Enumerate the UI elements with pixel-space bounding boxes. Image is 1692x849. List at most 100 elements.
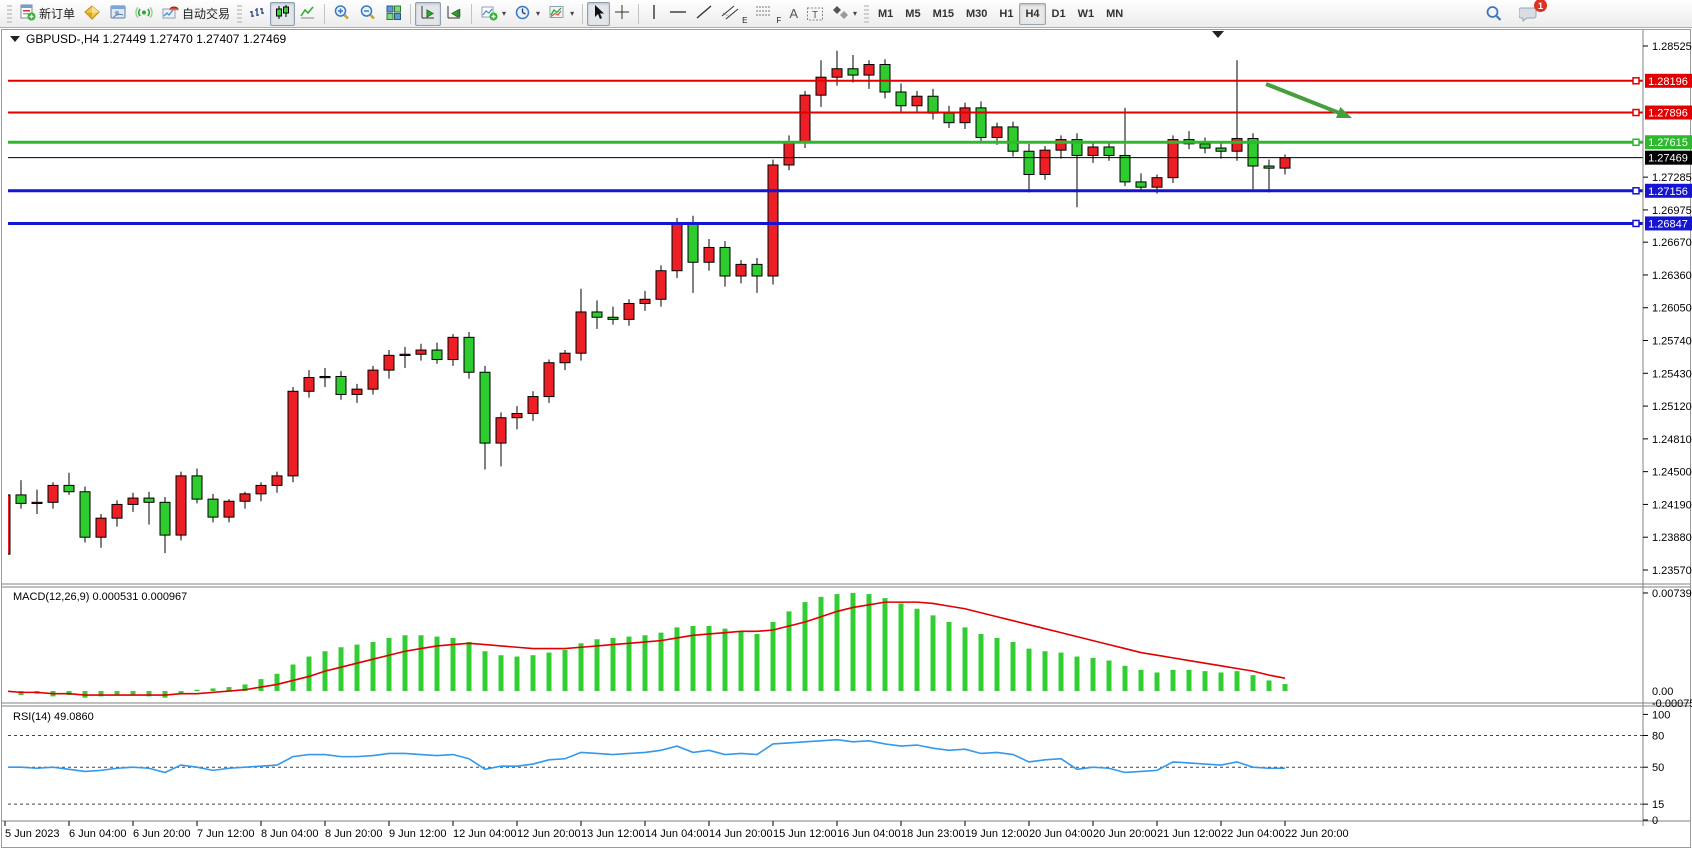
candle-body	[1232, 139, 1242, 152]
candle-body	[320, 376, 330, 377]
horizontal-line-tool-button[interactable]	[665, 2, 691, 26]
indicators-icon	[480, 4, 498, 24]
candle-body	[544, 363, 554, 397]
chart-shift-button[interactable]	[441, 2, 467, 26]
toolbar-grip[interactable]	[7, 5, 12, 23]
line-chart-icon	[299, 4, 316, 24]
candle-body	[176, 476, 186, 535]
horizontal-line-icon	[669, 4, 687, 23]
auto-trading-icon	[161, 4, 179, 24]
candle-body	[608, 317, 618, 319]
timeframe-d1-button[interactable]: D1	[1046, 3, 1072, 25]
time-tick-label: 5 Jun 2023	[5, 828, 59, 840]
text-tool-button[interactable]: A	[785, 2, 802, 26]
candle-body	[928, 96, 938, 113]
price-tick-label: 1.26670	[1652, 237, 1692, 249]
tile-windows-icon	[385, 4, 402, 24]
candle-body	[768, 165, 778, 276]
chart-window[interactable]: 1.281961.278961.276151.271561.268471.274…	[0, 28, 1692, 849]
timeframe-m30-button[interactable]: M30	[960, 3, 993, 25]
text-tool-icon: A	[789, 6, 798, 21]
vertical-line-tool-button[interactable]	[643, 2, 665, 26]
bar-chart-icon	[249, 4, 266, 24]
text-label-tool-button[interactable]: T	[802, 2, 828, 26]
candle-body	[1168, 140, 1178, 178]
search-icon	[1485, 5, 1503, 25]
candle-body	[208, 499, 218, 517]
price-chart-canvas[interactable]: 1.281961.278961.276151.271561.268471.274…	[0, 28, 1692, 849]
fibonacci-tool-button[interactable]: F	[751, 2, 785, 26]
candle-body	[96, 518, 106, 537]
timeframe-h4-button[interactable]: H4	[1019, 3, 1045, 25]
notifications-button[interactable]: 1	[1515, 3, 1542, 27]
arrows-tool-button[interactable]: ▾	[828, 2, 861, 26]
time-tick-label: 18 Jun 23:00	[901, 828, 965, 840]
candle-body	[656, 271, 666, 300]
rsi-tick-label: 0	[1652, 815, 1658, 827]
toolbar-grip[interactable]	[864, 5, 869, 23]
time-tick-label: 6 Jun 04:00	[69, 828, 127, 840]
metaeditor-button[interactable]	[79, 2, 105, 26]
candle-body	[16, 495, 26, 503]
templates-button[interactable]: ▾	[544, 2, 578, 26]
current-price-badge-label: 1.27469	[1648, 153, 1688, 165]
crosshair-icon	[614, 4, 630, 23]
crosshair-button[interactable]	[610, 2, 634, 26]
bar-chart-button[interactable]	[245, 2, 270, 26]
rsi-tick-label: 15	[1652, 799, 1664, 811]
candle-body	[384, 355, 394, 370]
price-tick-label: 1.25120	[1652, 401, 1692, 413]
price-level-badge-label: 1.28196	[1648, 76, 1688, 88]
candle-body	[1024, 151, 1034, 174]
toolbar-separator	[324, 4, 325, 24]
auto-trading-button[interactable]: 自动交易	[157, 2, 234, 26]
candle-body	[272, 476, 282, 486]
zoom-out-button[interactable]	[355, 2, 381, 26]
timeframe-m15-button[interactable]: M15	[927, 3, 960, 25]
candle-body	[112, 504, 122, 518]
timeframe-m5-button[interactable]: M5	[899, 3, 926, 25]
time-tick-label: 8 Jun 04:00	[261, 828, 319, 840]
trendline-tool-button[interactable]	[691, 2, 717, 26]
candle-body	[160, 502, 170, 535]
zoom-in-button[interactable]	[329, 2, 355, 26]
timeframe-mn-button[interactable]: MN	[1100, 3, 1129, 25]
signals-button[interactable]	[131, 2, 157, 26]
indicators-button[interactable]: ▾	[476, 2, 510, 26]
timeframe-m1-button[interactable]: M1	[872, 3, 899, 25]
price-tick-label: 1.25740	[1652, 336, 1692, 348]
channel-tool-button[interactable]: E	[717, 2, 751, 26]
candle-body	[784, 142, 794, 165]
tile-windows-button[interactable]	[381, 2, 406, 26]
candle-body	[896, 92, 906, 106]
candle-body	[416, 350, 426, 354]
cursor-button[interactable]	[587, 2, 610, 26]
periods-button[interactable]: ▾	[510, 2, 544, 26]
chart-title-group: GBPUSD-,H4 1.27449 1.27470 1.27407 1.274…	[10, 32, 287, 46]
candle-body	[512, 413, 522, 417]
new-order-button[interactable]: 新订单	[15, 2, 79, 26]
search-button[interactable]	[1481, 3, 1507, 27]
svg-text:T: T	[812, 10, 818, 21]
candle-body	[736, 264, 746, 276]
candle-body	[368, 370, 378, 389]
candle-body	[496, 418, 506, 443]
toolbar-grip[interactable]	[237, 5, 242, 23]
auto-scroll-button[interactable]	[415, 2, 441, 26]
candle-body	[480, 372, 490, 443]
time-tick-label: 8 Jun 20:00	[325, 828, 383, 840]
chart-window-button[interactable]	[105, 2, 131, 26]
price-level-badge-label: 1.26847	[1648, 218, 1688, 230]
candle-body	[880, 65, 890, 92]
macd-label: MACD(12,26,9) 0.000531 0.000967	[13, 591, 187, 603]
rsi-tick-label: 50	[1652, 762, 1664, 774]
timeframe-w1-button[interactable]: W1	[1072, 3, 1101, 25]
candle-body	[1216, 148, 1226, 151]
line-chart-button[interactable]	[295, 2, 320, 26]
price-tick-label: 1.24190	[1652, 499, 1692, 511]
candlestick-chart-button[interactable]	[270, 2, 295, 26]
main-toolbar: 新订单 自动交易	[0, 0, 1692, 28]
price-level-badge-label: 1.27156	[1648, 186, 1688, 198]
price-tick-label: 1.27285	[1652, 172, 1692, 184]
timeframe-h1-button[interactable]: H1	[993, 3, 1019, 25]
